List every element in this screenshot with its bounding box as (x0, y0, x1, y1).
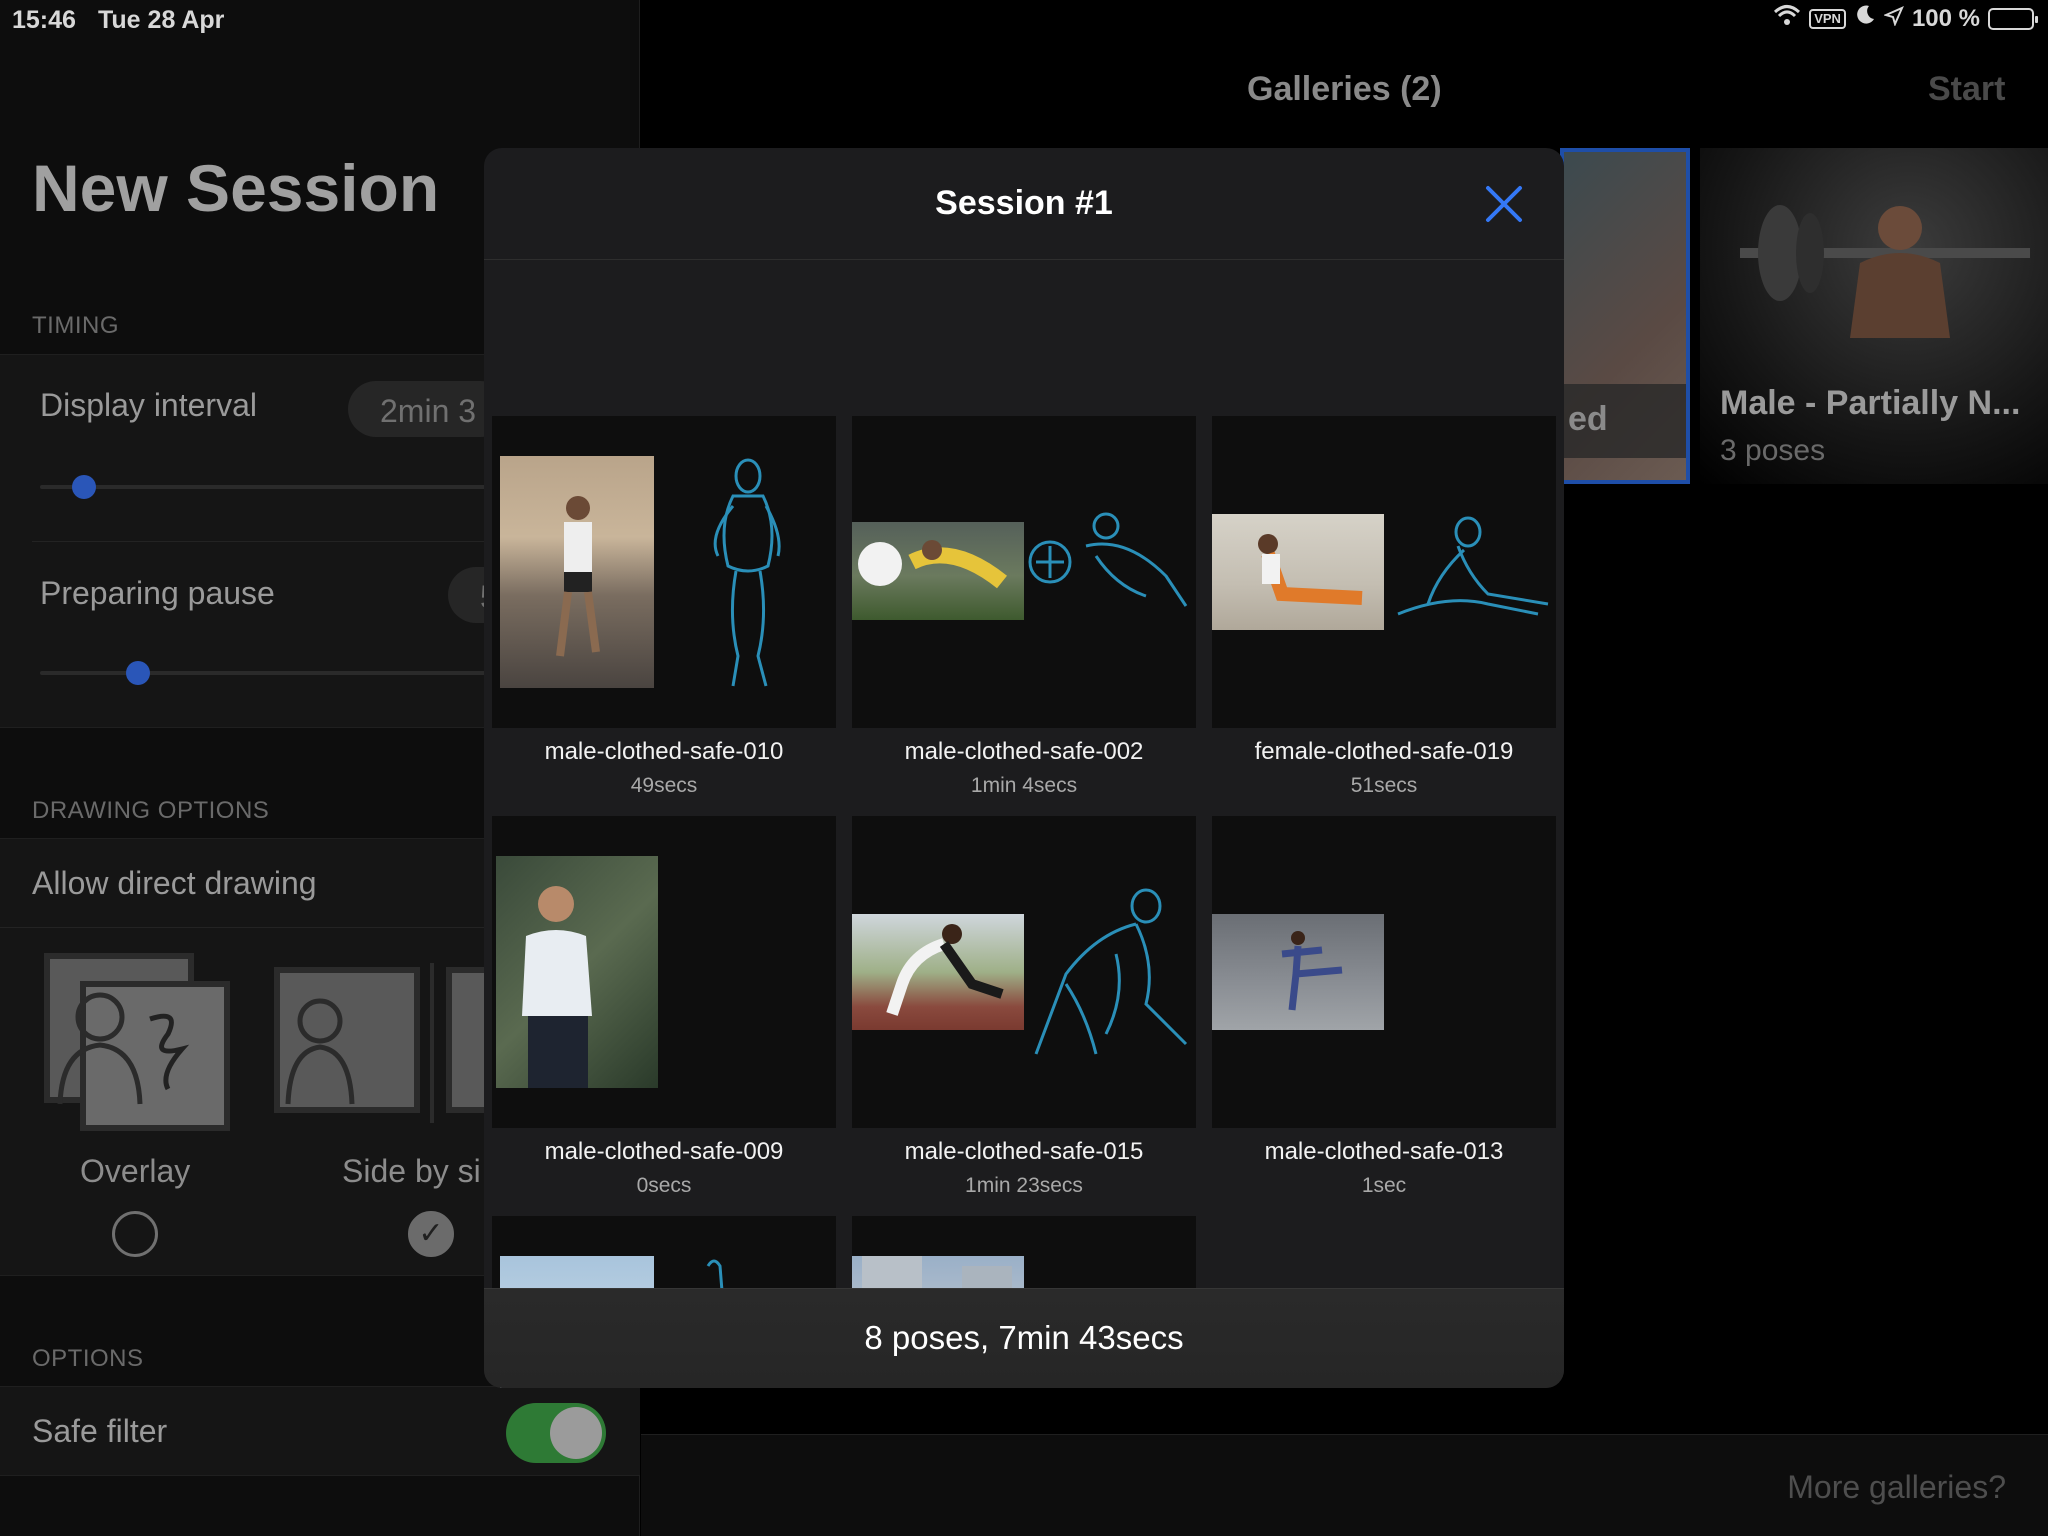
allow-direct-drawing-label: Allow direct drawing (32, 865, 317, 901)
sketch-drawing (1034, 888, 1188, 1055)
drawing-options-section-label: DRAWING OPTIONS (32, 797, 270, 824)
pose-cell[interactable]: female-clothed-safe-019 51secs (1212, 416, 1556, 806)
session-modal: Session #1 male-clothed-safe-010 49secs (484, 148, 1564, 1388)
pose-grid: male-clothed-safe-010 49secs male-clothe… (484, 264, 1564, 1388)
pose-time: 1min 23secs (965, 1174, 1083, 1197)
pose-cell[interactable]: male-clothed-safe-010 49secs (492, 416, 836, 806)
close-icon (1486, 186, 1522, 222)
status-date: Tue 28 Apr (98, 6, 225, 34)
pose-thumbnail (852, 416, 1196, 728)
more-galleries-link[interactable]: More galleries? (1787, 1469, 2006, 1506)
location-arrow-icon (1882, 5, 1904, 33)
pose-name: male-clothed-safe-015 (904, 1138, 1144, 1165)
pose-time: 1min 4secs (970, 774, 1078, 797)
modal-header: Session #1 (484, 148, 1564, 260)
reference-photo (1212, 514, 1384, 630)
start-button[interactable]: Start (1928, 70, 2005, 109)
bottom-bar: More galleries? (641, 1434, 2048, 1536)
overlay-radio[interactable] (112, 1211, 158, 1257)
pose-thumbnail (492, 816, 836, 1128)
sketch-drawing (1397, 516, 1549, 616)
pose-thumbnail (852, 816, 1196, 1128)
pose-thumbnail (1212, 416, 1556, 728)
close-button[interactable] (1482, 182, 1526, 226)
galleries-title: Galleries (2) (1247, 70, 1442, 108)
reference-photo (852, 914, 1024, 1030)
side-by-side-label: Side by si (342, 1153, 481, 1189)
reference-photo (496, 856, 658, 1088)
pose-cell[interactable]: male-clothed-safe-015 1min 23secs (852, 816, 1196, 1206)
pose-time: 1sec (1361, 1174, 1407, 1197)
pose-name: male-clothed-safe-009 (544, 1138, 784, 1165)
pose-cell[interactable]: male-clothed-safe-013 1sec (1212, 816, 1556, 1206)
status-time: 15:46 (12, 6, 76, 34)
safe-filter-label: Safe filter (32, 1413, 168, 1449)
gallery-card-selected[interactable]: ed (1560, 148, 1690, 484)
sketch-drawing (713, 458, 781, 687)
sketch-drawing (1028, 512, 1188, 607)
battery-icon (1988, 7, 2038, 30)
preparing-pause-slider-knob[interactable] (126, 661, 150, 685)
reference-photo (852, 522, 1024, 620)
pose-cell[interactable]: male-clothed-safe-009 0secs (492, 816, 836, 1206)
gallery-card-male-partially[interactable]: Male - Partially N... 3 poses (1700, 148, 2048, 484)
status-indicators: VPN 100 % (1773, 4, 2038, 33)
modal-footer: 8 poses, 7min 43secs (484, 1288, 1564, 1388)
pose-thumbnail (1212, 816, 1556, 1128)
pose-name: male-clothed-safe-002 (904, 738, 1144, 765)
battery-percent: 100 % (1911, 4, 1980, 32)
preparing-pause-label: Preparing pause (40, 575, 275, 611)
reference-photo (1212, 914, 1384, 1030)
timing-section-label: TIMING (32, 312, 119, 339)
moon-icon (1854, 4, 1876, 33)
pose-name: male-clothed-safe-010 (544, 738, 784, 765)
status-bar: 15:46 Tue 28 Apr VPN 100 % (0, 0, 2048, 40)
pose-cell[interactable]: male-clothed-safe-002 1min 4secs (852, 416, 1196, 806)
display-interval-slider-knob[interactable] (72, 475, 96, 499)
options-group: Safe filter (0, 1386, 640, 1476)
overlay-label: Overlay (80, 1153, 191, 1189)
pose-thumbnail (492, 416, 836, 728)
wifi-icon (1773, 4, 1801, 33)
pose-time: 51secs (1350, 774, 1418, 797)
gallery-card-label: ed (1564, 384, 1686, 458)
pose-time: 0secs (636, 1174, 692, 1197)
pose-name: male-clothed-safe-013 (1264, 1138, 1504, 1165)
pose-name: female-clothed-safe-019 (1254, 738, 1514, 765)
side-by-side-radio[interactable]: ✓ (408, 1211, 454, 1257)
gallery-card-title: Male - Partially N... (1720, 384, 2021, 422)
gallery-card-subtitle: 3 poses (1720, 434, 1826, 467)
checkmark-icon: ✓ (418, 1217, 444, 1250)
modal-title: Session #1 (935, 184, 1113, 222)
page-title: New Session (32, 151, 440, 225)
pose-time: 49secs (630, 774, 698, 797)
safe-filter-toggle[interactable] (506, 1403, 606, 1463)
vpn-badge: VPN (1809, 8, 1846, 29)
display-interval-label: Display interval (40, 387, 257, 423)
session-summary: 8 poses, 7min 43secs (864, 1319, 1184, 1356)
reference-photo (500, 456, 654, 688)
options-section-label: OPTIONS (32, 1345, 144, 1372)
